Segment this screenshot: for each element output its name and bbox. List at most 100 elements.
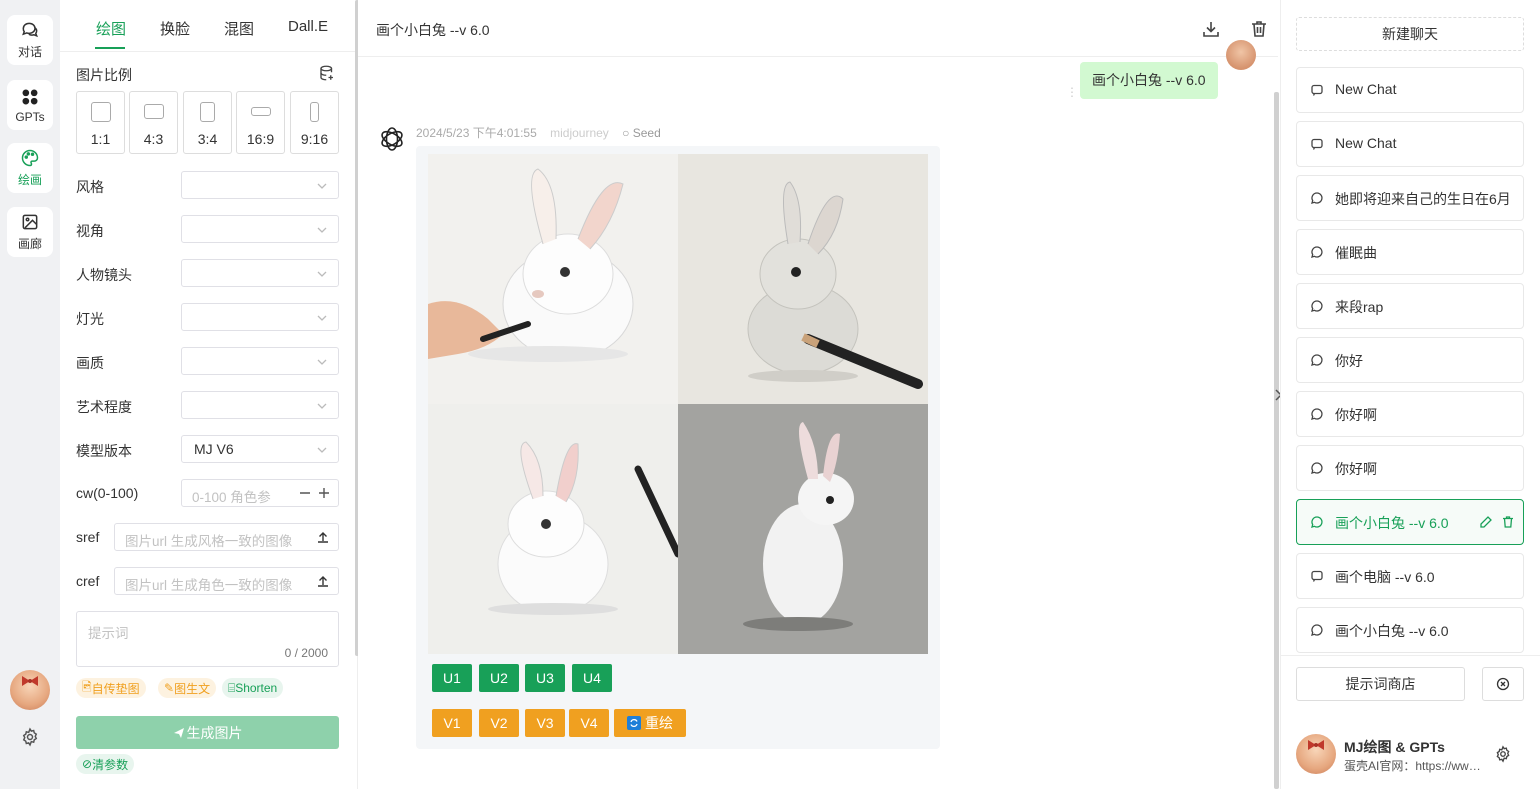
variation-button-1[interactable]: V1 (432, 709, 472, 737)
clear-history-button[interactable] (1482, 667, 1524, 701)
image-cell-3[interactable] (428, 404, 678, 654)
cw-label: cw(0-100) (76, 485, 139, 501)
tab-blend[interactable]: 混图 (224, 18, 254, 39)
art-select[interactable] (181, 391, 339, 419)
gear-icon[interactable] (1494, 745, 1512, 763)
chevron-down-icon (317, 403, 327, 409)
model-select[interactable]: MJ V6 (181, 435, 339, 463)
chevron-down-icon (317, 227, 327, 233)
image-cell-2[interactable] (678, 154, 928, 404)
avatar[interactable] (10, 670, 50, 710)
trash-icon[interactable] (1249, 19, 1269, 39)
model-value: MJ V6 (194, 441, 234, 457)
prompt-textarea[interactable]: 提示词 0 / 2000 (76, 611, 339, 667)
rail-item-draw[interactable]: 绘画 (7, 143, 53, 193)
chevron-down-icon (317, 183, 327, 189)
light-select[interactable] (181, 303, 339, 331)
chat-scrollbar[interactable] (1274, 92, 1279, 789)
generate-label: 生成图片 (186, 724, 243, 741)
cref-input[interactable]: 图片url 生成角色一致的图像 (114, 567, 339, 595)
prompt-shop-button[interactable]: 提示词商店 (1296, 667, 1465, 701)
ratio-option-4-3[interactable]: 4:3 (129, 91, 178, 154)
minus-icon[interactable] (298, 486, 312, 500)
shorten-button[interactable]: ⌸ Shorten (222, 678, 284, 698)
history-item[interactable]: 你好啊 (1296, 391, 1524, 437)
tag-label: 清参数 (92, 757, 129, 772)
clear-params-button[interactable]: ⊘ 清参数 (76, 754, 135, 774)
new-chat-button[interactable]: 新建聊天 (1296, 17, 1524, 51)
ratio-option-3-4[interactable]: 3:4 (183, 91, 232, 154)
upload-base-image-button[interactable]: 🖻 自传垫图 (76, 678, 146, 698)
gear-icon[interactable] (20, 727, 40, 747)
image-to-text-button[interactable]: ✎ 图生文 (158, 678, 217, 698)
ratio-shape (90, 102, 111, 122)
upscale-button-2[interactable]: U2 (479, 664, 519, 692)
history-item[interactable]: 画个电脑 --v 6.0 (1296, 553, 1524, 599)
plus-icon[interactable] (317, 486, 331, 500)
database-icon[interactable] (318, 64, 336, 82)
rail-label: 对话 (17, 45, 42, 59)
rabbit-illustration (747, 181, 923, 389)
message-circle-icon (1311, 516, 1323, 528)
shot-select[interactable] (181, 259, 339, 287)
variation-button-4[interactable]: V4 (569, 709, 609, 737)
sref-input[interactable]: 图片url 生成风格一致的图像 (114, 523, 339, 551)
history-item[interactable]: 你好啊 (1296, 445, 1524, 491)
message-circle-icon (1311, 192, 1323, 204)
upscale-button-3[interactable]: U3 (525, 664, 565, 692)
image-cell-1[interactable] (428, 154, 678, 404)
history-item[interactable]: 催眠曲 (1296, 229, 1524, 275)
history-item[interactable]: 来段rap (1296, 283, 1524, 329)
angle-select[interactable] (181, 215, 339, 243)
history-item-active[interactable]: 画个小白兔 --v 6.0 (1296, 499, 1524, 545)
rail-item-gpts[interactable]: GPTs (7, 80, 53, 130)
profile-name: MJ绘图 & GPTs (1344, 739, 1445, 755)
tab-faceswap[interactable]: 换脸 (160, 18, 190, 39)
chevron-down-icon (317, 315, 327, 321)
shot-label: 人物镜头 (76, 267, 132, 283)
image-result-card: U1 U2 U3 U4 V1 V2 V3 V4 重绘 (416, 146, 940, 749)
ratio-option-16-9[interactable]: 16:9 (236, 91, 285, 154)
rail-label: GPTs (15, 109, 45, 124)
history-title: 催眠曲 (1335, 245, 1377, 261)
variation-button-3[interactable]: V3 (525, 709, 565, 737)
prompt-char-count: 0 / 2000 (284, 646, 328, 660)
more-vertical-icon[interactable]: ⋮ (1066, 85, 1078, 99)
tab-dalle[interactable]: Dall.E (288, 18, 328, 35)
upload-icon[interactable] (316, 530, 330, 544)
generate-image-button[interactable]: 生成图片 (76, 716, 339, 749)
edit-icon[interactable] (1479, 515, 1493, 529)
ratio-option-1-1[interactable]: 1:1 (76, 91, 125, 154)
history-item[interactable]: 她即将迎来自己的生日在6月 (1296, 175, 1524, 221)
image-cell-4[interactable] (678, 404, 928, 654)
history-item[interactable]: New Chat (1296, 67, 1524, 113)
variation-button-2[interactable]: V2 (479, 709, 519, 737)
download-icon[interactable] (1201, 19, 1221, 39)
ratio-shape (200, 102, 215, 122)
cw-input[interactable]: 0-100 角色参 (181, 479, 339, 507)
upload-icon[interactable] (316, 574, 330, 588)
prompt-placeholder: 提示词 (88, 626, 129, 641)
history-item[interactable]: 你好 (1296, 337, 1524, 383)
trash-icon[interactable] (1501, 515, 1515, 529)
quality-select[interactable] (181, 347, 339, 375)
tab-draw[interactable]: 绘图 (96, 18, 126, 39)
profile-subtitle[interactable]: 蛋壳AI官网：https://www.example.com (1344, 757, 1484, 774)
history-item[interactable]: 画个小白兔 --v 6.0 (1296, 607, 1524, 653)
message-circle-icon (1311, 300, 1323, 312)
image-grid[interactable] (428, 154, 928, 654)
profile-avatar[interactable] (1296, 734, 1336, 774)
ratio-shape (310, 102, 319, 122)
seed-button[interactable]: ○ Seed (622, 126, 671, 140)
upscale-button-1[interactable]: U1 (432, 664, 472, 692)
cref-label: cref (76, 573, 100, 589)
style-select[interactable] (181, 171, 339, 199)
style-label: 风格 (76, 179, 104, 195)
ratio-option-9-16[interactable]: 9:16 (290, 91, 339, 154)
upscale-button-4[interactable]: U4 (572, 664, 612, 692)
rail-item-chat[interactable]: 对话 (7, 15, 53, 65)
redraw-button[interactable]: 重绘 (614, 709, 686, 737)
ratio-label: 4:3 (143, 131, 164, 147)
rail-item-gallery[interactable]: 画廊 (7, 207, 53, 257)
history-item[interactable]: New Chat (1296, 121, 1524, 167)
